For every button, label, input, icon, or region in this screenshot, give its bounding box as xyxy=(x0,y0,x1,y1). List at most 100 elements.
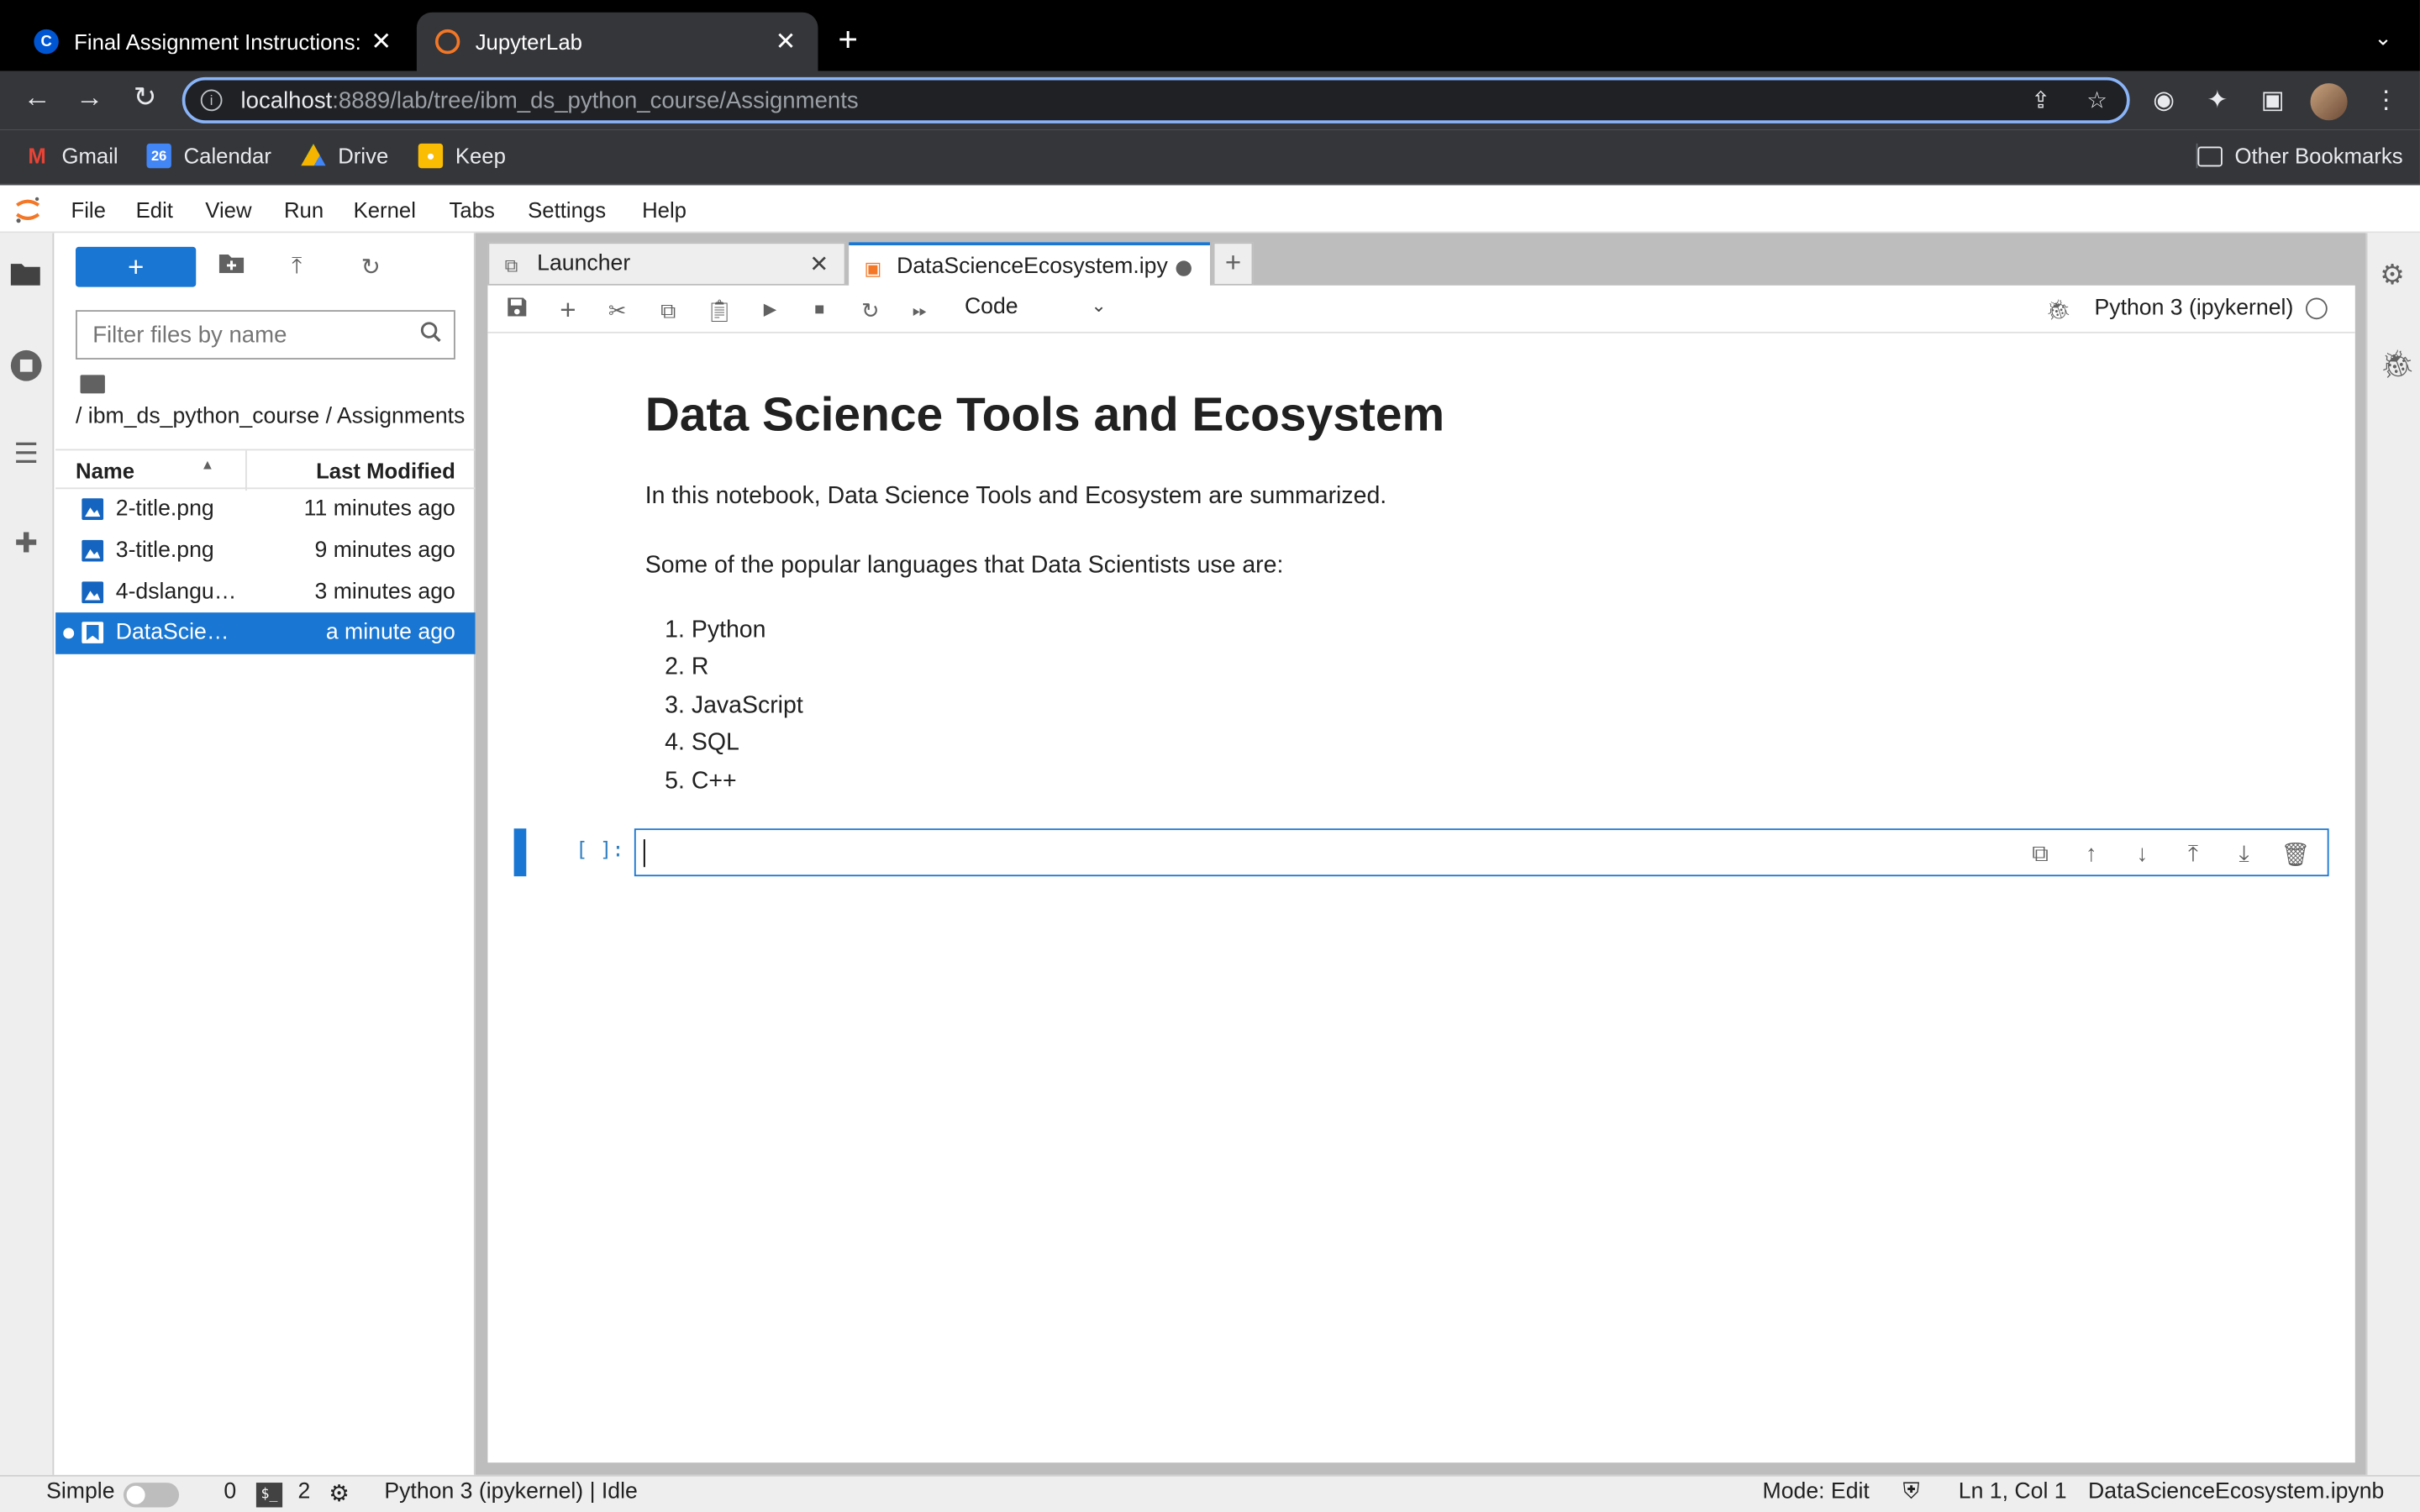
terminal-count[interactable]: 0 xyxy=(224,1479,236,1504)
extensions-puzzle-icon[interactable]: ✦ xyxy=(2207,85,2228,116)
kernel-selector[interactable]: Python 3 (ipykernel) xyxy=(2094,296,2328,322)
current-filename: DataScienceEcosystem.ipynb xyxy=(2088,1479,2385,1504)
browser-tab-jupyterlab[interactable]: JupyterLab ✕ xyxy=(416,12,818,71)
save-icon[interactable] xyxy=(503,297,531,324)
profile-avatar[interactable] xyxy=(2310,83,2348,121)
stop-icon[interactable]: ■ xyxy=(806,297,834,324)
debugger-bug-icon[interactable]: 🐞︎ xyxy=(2046,297,2071,322)
cell-collapser[interactable] xyxy=(513,828,527,877)
trusted-shield-icon[interactable]: ⛨ xyxy=(1903,1479,1920,1504)
bookmark-gmail[interactable]: M Gmail xyxy=(24,144,118,168)
menu-help[interactable]: Help xyxy=(642,197,687,222)
fast-forward-icon[interactable]: ⏩︎ xyxy=(906,297,934,324)
close-icon[interactable]: ✕ xyxy=(809,250,829,277)
cell-type-select[interactable]: Code ⌄ xyxy=(965,295,1107,319)
menu-edit[interactable]: Edit xyxy=(136,197,173,222)
unsaved-indicator-icon[interactable] xyxy=(1176,260,1192,276)
back-arrow-icon[interactable]: ← xyxy=(18,81,55,114)
column-name[interactable]: Name xyxy=(76,458,134,482)
kernel-count[interactable]: 2 xyxy=(297,1479,310,1504)
file-browser-folder-icon[interactable] xyxy=(9,260,43,293)
address-bar[interactable]: i localhost:8889/lab/tree/ibm_ds_python_… xyxy=(182,76,2130,123)
tab-launcher[interactable]: ⧉ Launcher ✕ xyxy=(487,242,846,286)
tab-notebook[interactable]: ▣ DataScienceEcosystem.ipy xyxy=(849,242,1210,289)
copy-icon[interactable]: ⧉ xyxy=(655,297,682,324)
menu-kernel[interactable]: Kernel xyxy=(354,197,416,222)
kernel-status-idle-icon xyxy=(2306,297,2328,320)
breadcrumb[interactable]: / ibm_ds_python_course / Assignments xyxy=(76,404,476,428)
password-manager-icon[interactable]: ◉ xyxy=(2153,85,2175,116)
run-icon[interactable]: ▶ xyxy=(756,297,784,324)
cut-icon[interactable]: ✂ xyxy=(603,297,631,324)
upload-icon[interactable]: ⤒ xyxy=(292,253,302,279)
file-row-selected[interactable]: DataScienceEcosystem.ipynb a minute ago xyxy=(55,612,476,654)
markdown-cell[interactable]: Data Science Tools and Ecosystem In this… xyxy=(645,384,1444,794)
file-filter-input[interactable] xyxy=(92,321,402,349)
debugger-bug-icon[interactable]: 🐞︎ xyxy=(2380,349,2415,381)
side-panel-icon[interactable]: ▣ xyxy=(2261,85,2285,116)
code-editor[interactable]: ⧉ ↑ ↓ ⤒ ⤓ 🗑︎ xyxy=(634,828,2329,877)
table-of-contents-icon[interactable]: ☰ xyxy=(9,438,43,472)
paste-icon[interactable]: 📋︎ xyxy=(705,297,734,324)
code-cell[interactable]: [ ]: ⧉ ↑ ↓ ⤒ ⤓ 🗑︎ xyxy=(513,828,2329,877)
share-icon[interactable]: ⇪ xyxy=(2031,87,2050,114)
add-tab-button[interactable]: + xyxy=(1213,242,1254,286)
browser-tab-assignment[interactable]: C Final Assignment Instructions: ✕ xyxy=(15,13,413,71)
languages-intro: Some of the popular languages that Data … xyxy=(644,552,1284,579)
refresh-icon[interactable]: ↻ xyxy=(361,253,381,281)
column-last-modified[interactable]: Last Modified xyxy=(316,458,455,482)
kernel-name: Python 3 (ipykernel) xyxy=(2094,296,2294,322)
bookmark-drive[interactable]: Drive xyxy=(301,143,388,168)
keep-icon: ● xyxy=(418,143,444,169)
menu-run[interactable]: Run xyxy=(284,197,324,222)
move-up-arrow-icon[interactable]: ↑ xyxy=(2077,841,2105,867)
menu-file[interactable]: File xyxy=(71,197,105,222)
menu-settings[interactable]: Settings xyxy=(528,197,606,222)
cursor-position[interactable]: Ln 1, Col 1 xyxy=(1959,1479,2067,1504)
move-down-arrow-icon[interactable]: ↓ xyxy=(2128,841,2156,867)
close-tab-icon[interactable]: ✕ xyxy=(771,26,799,57)
url-host: localhost xyxy=(240,87,333,113)
other-bookmarks-label: Other Bookmarks xyxy=(2234,143,2403,169)
file-row[interactable]: 2-title.png 11 minutes ago xyxy=(55,489,476,531)
new-folder-icon[interactable] xyxy=(218,253,245,279)
file-modified: a minute ago xyxy=(325,620,455,645)
insert-above-icon[interactable]: ⤒ xyxy=(2179,841,2207,867)
new-launcher-button[interactable]: + xyxy=(75,246,197,287)
launcher-icon: ⧉ xyxy=(504,254,518,276)
insert-below-icon[interactable]: ⤓ xyxy=(2230,841,2258,867)
running-sessions-icon[interactable] xyxy=(9,349,43,382)
duplicate-cell-icon[interactable]: ⧉ xyxy=(2027,841,2054,867)
bookmark-keep[interactable]: ● Keep xyxy=(418,143,506,169)
browser-menu-icon[interactable]: ⋮ xyxy=(2374,85,2398,116)
extension-manager-puzzle-icon[interactable]: ✚ xyxy=(9,528,43,561)
new-tab-button[interactable]: + xyxy=(838,21,858,59)
delete-trash-icon[interactable]: 🗑︎ xyxy=(2281,841,2311,869)
insert-cell-icon[interactable]: + xyxy=(554,297,581,324)
file-row[interactable]: 4-dslanguages.png 3 minutes ago xyxy=(55,572,476,614)
tab-search-chevron-icon[interactable]: ⌄ xyxy=(2374,24,2392,50)
terminal-icon: $_ xyxy=(255,1483,283,1508)
kernel-status[interactable]: Python 3 (ipykernel) | Idle xyxy=(384,1479,638,1504)
forward-arrow-icon[interactable]: → xyxy=(71,81,108,114)
menu-tabs[interactable]: Tabs xyxy=(449,197,494,222)
close-tab-icon[interactable]: ✕ xyxy=(367,26,395,57)
bookmark-star-icon[interactable]: ☆ xyxy=(2086,87,2107,114)
left-sidebar: ☰ ✚ xyxy=(0,233,55,1475)
menu-view[interactable]: View xyxy=(205,197,251,222)
home-folder-icon[interactable] xyxy=(80,375,105,394)
simple-mode-label: Simple xyxy=(46,1479,115,1504)
column-divider[interactable] xyxy=(245,450,247,491)
toggle-knob xyxy=(126,1485,145,1504)
restart-icon[interactable]: ↻ xyxy=(856,297,884,324)
file-filter[interactable] xyxy=(75,310,455,360)
editor-mode[interactable]: Mode: Edit xyxy=(1763,1479,1870,1504)
reload-icon[interactable]: ↻ xyxy=(127,81,164,114)
simple-mode-toggle[interactable] xyxy=(123,1483,180,1508)
site-info-icon[interactable]: i xyxy=(200,89,223,112)
file-name: 3-title.png xyxy=(115,538,214,564)
other-bookmarks[interactable]: Other Bookmarks xyxy=(2196,143,2403,169)
file-row[interactable]: 3-title.png 9 minutes ago xyxy=(55,531,476,573)
property-inspector-gears-icon[interactable]: ⚙ xyxy=(2380,260,2405,292)
bookmark-calendar[interactable]: 26 Calendar xyxy=(146,143,271,169)
